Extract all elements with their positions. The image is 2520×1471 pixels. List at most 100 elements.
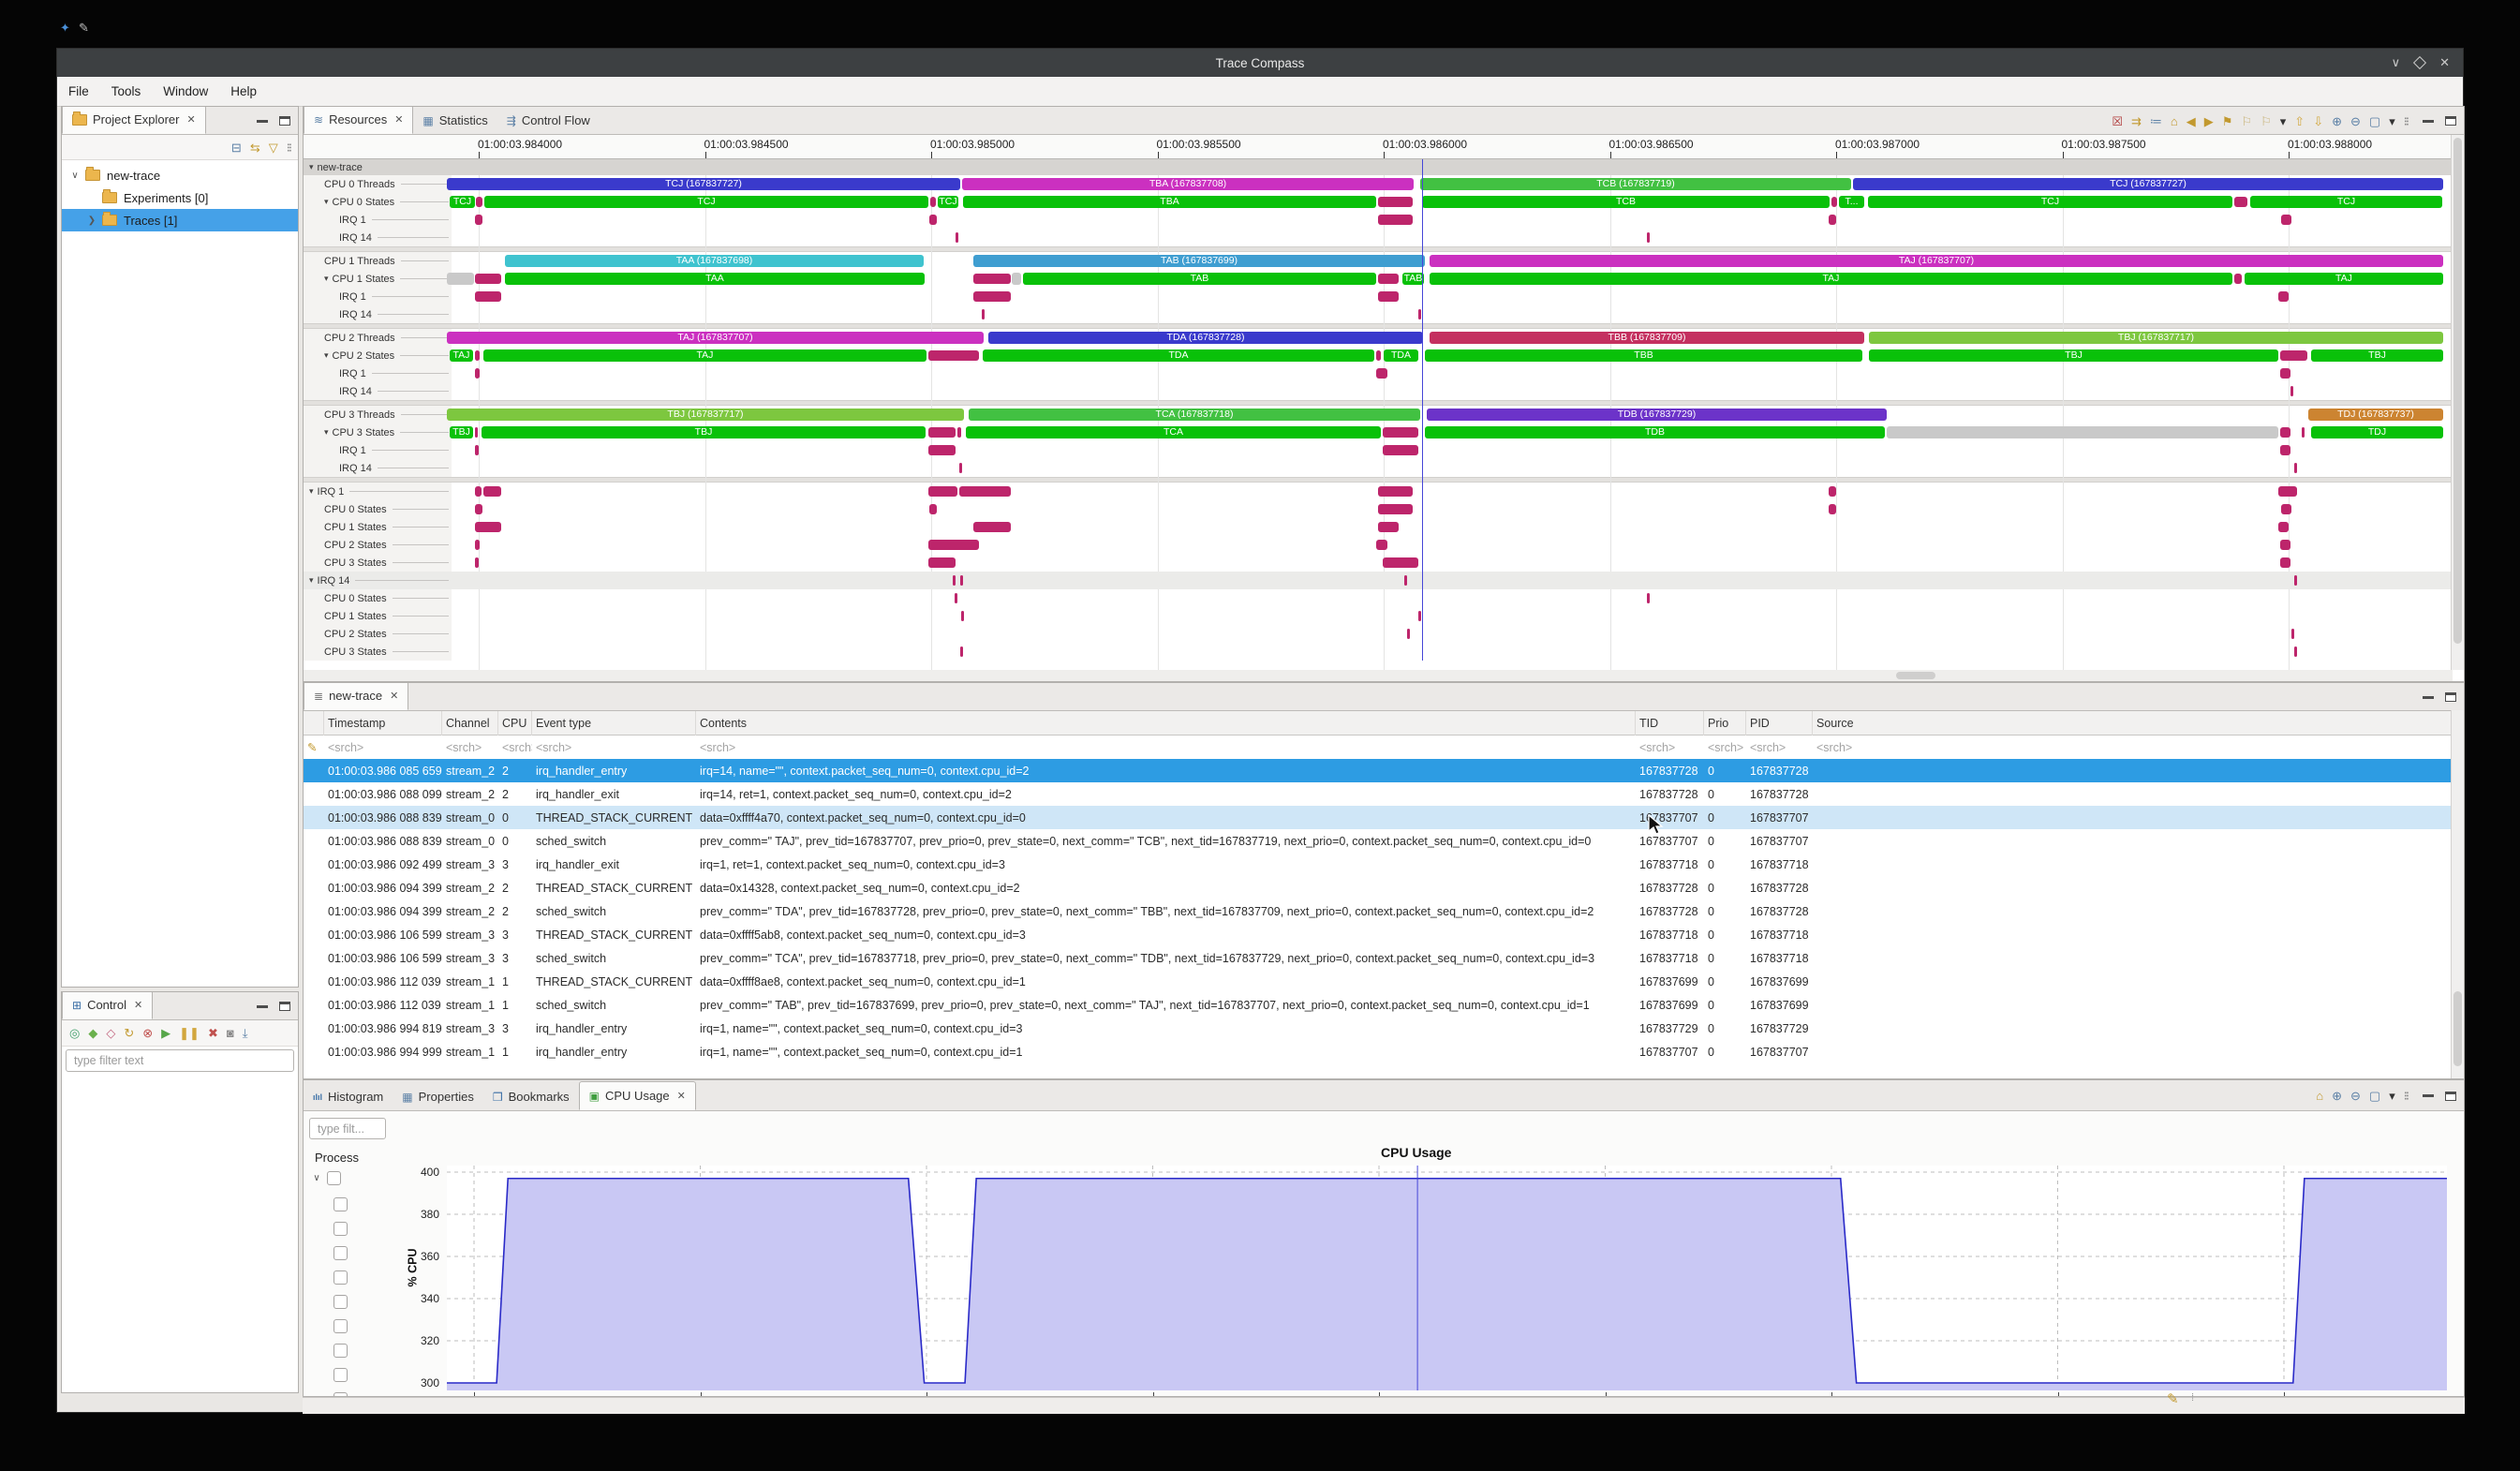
state-bar[interactable]: [928, 486, 957, 497]
timeline-row-name[interactable]: ▾CPU 0 States: [304, 193, 452, 211]
timeline-row[interactable]: IRQ 14: [304, 229, 2453, 246]
state-bar[interactable]: [929, 504, 937, 514]
next-marker-icon[interactable]: ▶: [2204, 115, 2214, 127]
timeline-row-name[interactable]: ▾new-trace: [304, 159, 452, 175]
state-bar[interactable]: [2280, 557, 2290, 568]
state-bar[interactable]: TBJ: [450, 426, 473, 438]
menu-file[interactable]: File: [57, 77, 100, 106]
filter-pencil-icon[interactable]: ✎: [304, 740, 324, 754]
view-menu-icon[interactable]: ⁝⁝: [287, 141, 290, 154]
state-bar[interactable]: [2291, 629, 2294, 639]
timeline-vscrollbar[interactable]: [2451, 135, 2464, 670]
refresh-icon[interactable]: ↻: [124, 1027, 134, 1039]
state-bar[interactable]: TDA: [1384, 349, 1418, 362]
state-bar[interactable]: TDA: [983, 349, 1374, 362]
state-bar[interactable]: [928, 540, 979, 550]
state-bar[interactable]: [2278, 291, 2289, 302]
state-bar[interactable]: [961, 611, 964, 621]
state-bar[interactable]: TDB: [1425, 426, 1885, 438]
window-minimize-icon[interactable]: ∨: [2392, 55, 2401, 70]
new-view-menu-icon[interactable]: ▾: [2389, 115, 2395, 127]
state-bar[interactable]: [475, 274, 501, 284]
filter-input-event type[interactable]: <srch>: [532, 741, 696, 754]
timeline-cursor-line[interactable]: [1422, 159, 1423, 661]
timeline-row-chart[interactable]: [452, 364, 2453, 382]
column-header-prio[interactable]: Prio: [1704, 711, 1746, 736]
maximize-view-icon[interactable]: [279, 116, 290, 126]
state-bar[interactable]: [1378, 215, 1413, 225]
close-icon[interactable]: ✕: [677, 1090, 686, 1102]
state-bar[interactable]: [1887, 426, 2278, 438]
state-bar[interactable]: [1829, 215, 1836, 225]
state-bar[interactable]: [2294, 575, 2297, 586]
chevron-icon[interactable]: ∨: [311, 1173, 322, 1183]
state-bar[interactable]: TAJ: [2245, 273, 2443, 285]
state-bar[interactable]: [1647, 593, 1650, 603]
state-bar[interactable]: TDJ: [2311, 426, 2443, 438]
timeline-row-chart[interactable]: [452, 536, 2453, 554]
process-checkbox[interactable]: [334, 1270, 348, 1285]
prev-bookmark-icon[interactable]: ⚐: [2241, 115, 2252, 127]
align-time-icon[interactable]: ⇉: [2131, 115, 2142, 127]
minimize-view-icon[interactable]: [2423, 120, 2434, 123]
home-icon[interactable]: ⌂: [2316, 1090, 2323, 1102]
expand-triangle-icon[interactable]: ▾: [324, 350, 329, 361]
state-bar[interactable]: [1829, 504, 1836, 514]
state-bar[interactable]: TBA (167837708): [962, 178, 1414, 190]
state-bar[interactable]: TBJ: [482, 426, 926, 438]
close-icon[interactable]: ✕: [390, 690, 398, 702]
expand-triangle-icon[interactable]: ▾: [324, 197, 329, 207]
state-bar[interactable]: [2281, 215, 2291, 225]
state-bar[interactable]: [1376, 350, 1381, 361]
timeline-row[interactable]: ▾CPU 1 StatesTAATABTABTAJTAJ: [304, 270, 2453, 288]
timeline-row-chart[interactable]: [452, 441, 2453, 459]
state-bar[interactable]: [1831, 197, 1837, 207]
tab-resources[interactable]: ≋Resources✕: [304, 106, 413, 134]
state-bar[interactable]: [1404, 575, 1407, 586]
timeline-row-chart[interactable]: [452, 459, 2453, 477]
timeline-row-name[interactable]: CPU 1 States: [304, 607, 452, 625]
state-bar[interactable]: [475, 504, 482, 514]
zoom-in-icon[interactable]: ⊕: [2332, 115, 2342, 127]
filter-input-channel[interactable]: <srch>: [442, 741, 498, 754]
process-checkbox[interactable]: [334, 1295, 348, 1309]
state-bar[interactable]: [2294, 463, 2297, 473]
state-bar[interactable]: TCA: [966, 426, 1381, 438]
timeline-row-chart[interactable]: [452, 305, 2453, 323]
state-bar[interactable]: [928, 445, 956, 455]
expand-triangle-icon[interactable]: ▾: [309, 162, 314, 172]
up-icon[interactable]: ⇧: [2294, 115, 2305, 127]
column-header-tid[interactable]: TID: [1636, 711, 1704, 736]
stop-icon[interactable]: ✖: [208, 1027, 218, 1039]
timeline-row[interactable]: CPU 0 ThreadsTCJ (167837727)TBA (1678377…: [304, 175, 2453, 193]
timeline-row[interactable]: IRQ 1: [304, 364, 2453, 382]
menu-tools[interactable]: Tools: [100, 77, 153, 106]
filter-icon[interactable]: ▽: [269, 141, 278, 154]
timeline-row-name[interactable]: CPU 2 Threads: [304, 329, 452, 347]
state-bar[interactable]: [973, 274, 1011, 284]
state-bar[interactable]: [2294, 646, 2297, 657]
timeline-row[interactable]: CPU 0 States: [304, 589, 2453, 607]
state-bar[interactable]: [1376, 540, 1387, 550]
state-bar[interactable]: [1647, 232, 1650, 243]
zoom-in-icon[interactable]: ⊕: [2332, 1090, 2342, 1102]
timeline-row[interactable]: CPU 1 States: [304, 518, 2453, 536]
state-bar[interactable]: [930, 197, 936, 207]
column-header-source[interactable]: Source: [1813, 711, 2464, 736]
process-checkbox[interactable]: [334, 1246, 348, 1260]
tab-control[interactable]: ⊞ Control ✕: [62, 991, 153, 1019]
column-header-event type[interactable]: Event type: [532, 711, 696, 736]
state-bar[interactable]: [475, 522, 501, 532]
maximize-view-icon[interactable]: [279, 1002, 290, 1011]
link-editor-icon[interactable]: ⇆: [250, 141, 260, 154]
timeline-row-name[interactable]: IRQ 14: [304, 459, 452, 477]
state-bar[interactable]: [475, 368, 480, 379]
event-row[interactable]: 01:00:03.986 085 659stream_22irq_handler…: [304, 759, 2464, 782]
maximize-view-icon[interactable]: [2445, 1092, 2456, 1101]
snapshot-icon[interactable]: ◙: [227, 1027, 234, 1039]
state-bar[interactable]: [1383, 427, 1418, 438]
down-icon[interactable]: ⇩: [2313, 115, 2323, 127]
event-row[interactable]: 01:00:03.986 094 399stream_22sched_switc…: [304, 899, 2464, 923]
process-column-header[interactable]: Process: [315, 1151, 359, 1165]
close-icon[interactable]: ✕: [394, 113, 403, 126]
